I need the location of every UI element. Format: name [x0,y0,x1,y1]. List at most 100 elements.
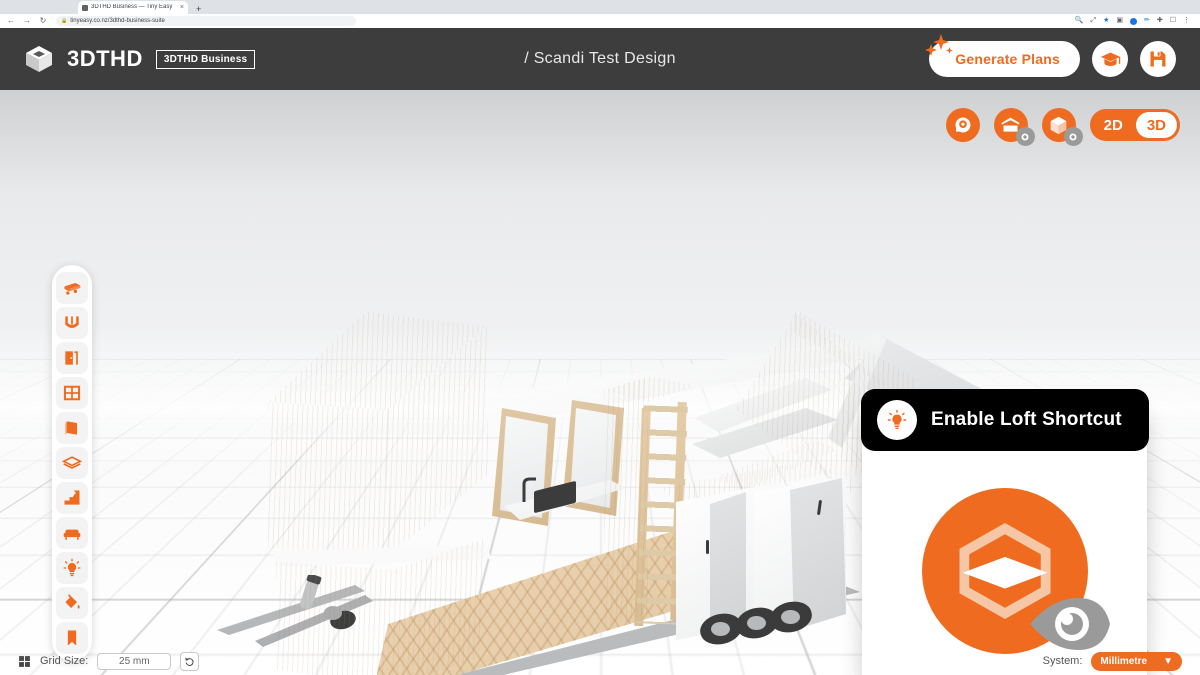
model-visibility-button[interactable] [1041,108,1083,146]
loft-box-left-front [268,402,390,558]
unit-system-select[interactable]: Millimetre ▼ [1091,651,1182,671]
tool-roof[interactable] [56,307,88,339]
save-button[interactable] [1140,41,1176,77]
tool-paint[interactable] [56,587,88,619]
screenshot-icon[interactable]: ▣ [1116,17,1123,25]
status-left: Grid Size: [18,651,200,671]
reload-icon[interactable]: ↻ [38,16,48,26]
system-label: System: [1042,655,1083,667]
tool-stairs[interactable] [56,482,88,514]
lightbulb-icon [877,400,917,440]
grid-icon [19,655,30,667]
loft-shortcut-popup[interactable]: Enable Loft Shortcut [861,389,1149,675]
lightbulb-icon [63,558,81,577]
tab-title: 3DTHD Business — Tiny Easy [91,4,173,10]
wheel-2-rim [747,616,766,630]
model-visibility-badge [1063,127,1083,146]
tool-door[interactable] [56,342,88,374]
tab-close-icon[interactable]: × [180,4,184,11]
lock-icon: 🔒 [61,18,68,24]
new-tab-button[interactable]: + [196,4,201,14]
left-toolbar [52,265,92,661]
view-controls: 2D 3D [945,108,1180,146]
loft-platform-icon[interactable] [921,488,1110,654]
tool-wall[interactable] [56,412,88,444]
address-bar[interactable]: 🔒 tinyeasy.co.nz/3dthd-business-suite [56,16,356,26]
roof-visibility-button[interactable] [993,108,1035,146]
browser-tab[interactable]: 3DTHD Business — Tiny Easy × [78,1,188,14]
cube-logo-icon [26,46,52,72]
share-icon[interactable]: ⤢ [1090,17,1096,25]
edit-pencil-icon[interactable]: ✏ [1144,17,1150,25]
browser-menu-icon[interactable]: ⋮ [1183,17,1190,25]
back-icon[interactable]: ← [6,16,16,26]
loft-icon [62,456,82,469]
graduation-cap-icon [1100,52,1120,66]
document-title[interactable]: / Scandi Test Design [524,50,676,68]
popup-banner: Enable Loft Shortcut [861,389,1149,451]
unit-system-value: Millimetre [1100,655,1148,667]
brand-logo[interactable]: 3DTHD 3DTHD Business [24,44,256,74]
wheel-3-rim [781,610,800,624]
cabinet-front [604,378,648,626]
generate-plans-label: Generate Plans [955,51,1060,67]
app-header: 3DTHD 3DTHD Business / Scandi Test Desig… [0,28,1200,90]
tool-loft[interactable] [56,447,88,479]
measure-tape-button[interactable] [945,108,980,142]
trailer-icon [64,283,81,295]
stairs-icon [64,490,80,505]
dimension-toggle[interactable]: 2D 3D [1089,109,1180,141]
eye-glyph [1029,598,1110,650]
window-icon[interactable]: ☐ [1170,17,1176,25]
profile-avatar[interactable] [1129,17,1137,25]
eye-slash-icon [1021,133,1029,140]
undo-icon [185,656,194,666]
save-floppy-icon [1150,51,1166,67]
toggle-3d-option[interactable]: 3D [1135,112,1177,138]
tool-lighting[interactable] [56,552,88,584]
door-icon [65,351,78,365]
browser-actions: 🔍 ⤢ ★ ▣ ✏ ✚ ☐ ⋮ [1075,17,1194,25]
tab-favicon-icon [82,4,88,11]
grid-size-input[interactable] [97,652,172,670]
search-icon[interactable]: 🔍 [1075,17,1084,25]
sofa-icon [63,529,81,540]
wall-panel-icon [65,421,77,435]
tutorials-button[interactable] [1092,41,1128,77]
wheel-1-rim [711,622,730,636]
sparkles-icon [925,34,954,56]
status-bar: Grid Size: System: Millimetre ▼ [0,647,1200,675]
reset-grid-button[interactable] [180,651,200,671]
brand-badge: 3DTHD Business [155,49,256,69]
header-actions: Generate Plans [925,34,1176,77]
door-handle-1 [706,540,709,554]
tab-strip: 3DTHD Business — Tiny Easy × + [0,0,1200,14]
browser-nav-bar: ← → ↻ 🔒 tinyeasy.co.nz/3dthd-business-su… [0,14,1200,28]
forward-icon[interactable]: → [22,16,32,26]
bookmark-star-icon[interactable]: ★ [1103,17,1109,25]
window-icon [63,385,81,401]
chevron-down-icon: ▼ [1163,655,1173,667]
bookmark-icon [67,630,77,646]
extensions-icon[interactable]: ✚ [1157,17,1163,25]
lightbulb-glyph [887,409,907,429]
popup-body [862,454,1147,675]
roof-visibility-badge [1015,127,1035,146]
status-right: System: Millimetre ▼ [1042,651,1182,671]
grid-size-label: Grid Size: [40,655,89,667]
tool-trailer[interactable] [56,272,88,304]
generate-plans-button[interactable]: Generate Plans [925,34,1080,77]
roof-shape-icon [65,316,79,328]
eye-icon [1026,594,1112,654]
brand-name: 3DTHD [67,46,143,71]
browser-chrome: 3DTHD Business — Tiny Easy × + ← → ↻ 🔒 t… [0,0,1200,28]
measure-tape-icon [955,117,971,133]
eye-slash-icon [1069,133,1077,140]
tool-furniture[interactable] [56,517,88,549]
tool-window[interactable] [56,377,88,409]
design-viewport[interactable]: 2D 3D Enable Loft Shortcut Grid Size: 25… [0,90,1200,675]
toggle-2d-option[interactable]: 2D [1093,112,1134,138]
popup-banner-title: Enable Loft Shortcut [931,409,1122,430]
address-bar-url: tinyeasy.co.nz/3dthd-business-suite [70,17,165,24]
kitchen-tap-icon [522,477,536,502]
